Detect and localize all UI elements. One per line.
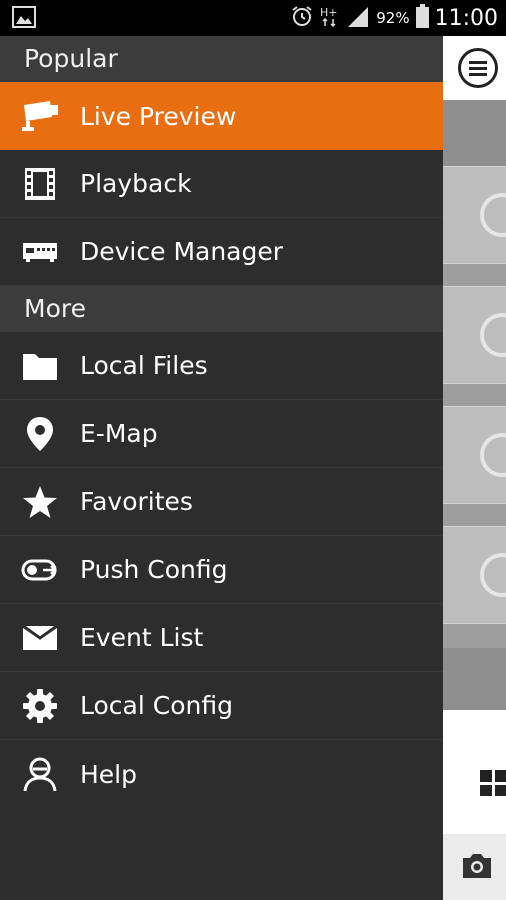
add-channel-icon [480, 193, 506, 237]
menu-item-label: Event List [80, 623, 204, 652]
menu-item-help[interactable]: Help [0, 740, 443, 808]
preview-cell[interactable] [443, 406, 506, 504]
main-header-band [443, 100, 506, 166]
preview-cell[interactable] [443, 166, 506, 264]
menu-item-local-files[interactable]: Local Files [0, 332, 443, 400]
hamburger-menu-icon[interactable] [458, 48, 498, 88]
bottom-toolbar [443, 834, 506, 900]
menu-item-device-manager[interactable]: Device Manager [0, 218, 443, 286]
main-content-peek [443, 36, 506, 900]
menu-item-label: Local Files [80, 351, 208, 380]
menu-item-label: Help [80, 759, 137, 789]
menu-item-event-list[interactable]: Event List [0, 604, 443, 672]
clock: 11:00 [434, 5, 498, 31]
section-header-more: More [0, 286, 443, 332]
folder-icon [0, 350, 80, 382]
alarm-icon [290, 4, 314, 33]
menu-item-label: Live Preview [80, 101, 237, 131]
gallery-notification-icon [12, 6, 36, 32]
map-pin-icon [0, 416, 80, 452]
menu-item-e-map[interactable]: E-Map [0, 400, 443, 468]
menu-item-live-preview[interactable]: Live Preview [0, 82, 443, 150]
menu-item-label: Push Config [80, 555, 228, 584]
menu-item-favorites[interactable]: Favorites [0, 468, 443, 536]
cctv-camera-icon [0, 99, 80, 133]
film-strip-icon [0, 167, 80, 201]
layout-toolbar [443, 710, 506, 834]
cell-signal-icon [346, 5, 370, 32]
user-help-icon [0, 756, 80, 792]
gear-icon [0, 688, 80, 724]
hplus-signal-icon: H+ [320, 4, 340, 33]
add-channel-icon [480, 553, 506, 597]
envelope-icon [0, 624, 80, 652]
svg-text:H+: H+ [320, 6, 338, 19]
status-bar: H+ 92% 11:00 [0, 0, 506, 36]
toggle-push-icon [0, 558, 80, 582]
dvr-device-icon [0, 240, 80, 264]
preview-cell[interactable] [443, 526, 506, 624]
menu-item-push-config[interactable]: Push Config [0, 536, 443, 604]
snapshot-camera-icon[interactable] [460, 852, 494, 884]
battery-icon [415, 3, 429, 33]
battery-percent: 92% [376, 9, 410, 27]
section-header-popular: Popular [0, 36, 443, 82]
menu-item-label: Playback [80, 169, 192, 198]
menu-item-label: E-Map [80, 419, 158, 448]
main-toolbar [443, 36, 506, 100]
menu-item-label: Device Manager [80, 237, 284, 266]
star-icon [0, 485, 80, 519]
menu-item-label: Local Config [80, 691, 233, 720]
navigation-drawer: Popular Live Preview Playback Device Man… [0, 36, 443, 900]
menu-item-local-config[interactable]: Local Config [0, 672, 443, 740]
menu-item-label: Favorites [80, 487, 193, 516]
add-channel-icon [480, 433, 506, 477]
add-channel-icon [480, 313, 506, 357]
menu-item-playback[interactable]: Playback [0, 150, 443, 218]
grid-layout-icon[interactable] [480, 770, 506, 796]
preview-cell[interactable] [443, 286, 506, 384]
main-footer-band [443, 648, 506, 710]
